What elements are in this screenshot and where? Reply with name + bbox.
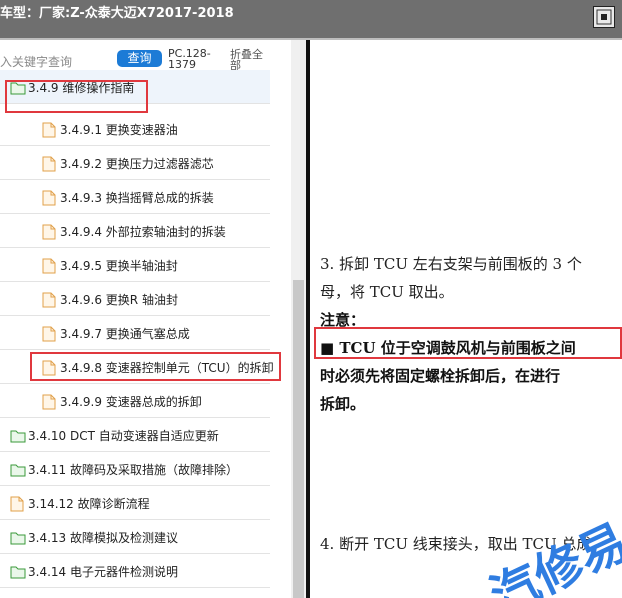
document-icon xyxy=(42,394,58,410)
toc-item-label: 3.4.9.1 更换变速器油 xyxy=(60,123,178,137)
document-icon xyxy=(42,190,58,206)
highlight-box xyxy=(30,352,281,381)
document-icon xyxy=(42,156,58,172)
toc-item[interactable]: 3.4.9.5 更换半轴油封 xyxy=(0,248,270,282)
toc-item[interactable]: 3.4.14 电子元器件检测说明 xyxy=(0,554,270,588)
search-input[interactable]: 输入关键字查询 xyxy=(0,53,72,70)
toc-item-label: 3.4.9.3 换挡摇臂总成的拆装 xyxy=(60,191,214,205)
toc-item[interactable]: 3.4.9.9 变速器总成的拆卸 xyxy=(0,384,270,418)
toc-item-label: 3.4.10 DCT 自动变速器自适应更新 xyxy=(28,429,219,443)
toc-item[interactable]: 3.14.12 故障诊断流程 xyxy=(0,486,270,520)
toc-item-label: 3.14.12 故障诊断流程 xyxy=(28,497,150,511)
toc-item[interactable]: 3.4.10 DCT 自动变速器自适应更新 xyxy=(0,418,270,452)
note-text: 时必须先将固定螺栓拆卸后，在进行 xyxy=(320,367,561,385)
toc-item-label: 3.4.11 故障码及采取措施（故障排除） xyxy=(28,463,238,477)
document-icon xyxy=(42,292,58,308)
toc-item[interactable]: 3.4.9.1 更换变速器油 xyxy=(0,112,270,146)
toc-item-label: 3.4.13 故障模拟及检测建议 xyxy=(28,531,178,545)
toc-item-label: 3.4.9.7 更换通气塞总成 xyxy=(60,327,190,341)
toc-item[interactable]: 3.4.9.6 更换R 轴油封 xyxy=(0,282,270,316)
folder-icon xyxy=(10,428,26,443)
toc-item-label: 3.4.9.5 更换半轴油封 xyxy=(60,259,178,273)
toc-item[interactable]: 3.4.9.2 更换压力过滤器滤芯 xyxy=(0,146,270,180)
search-button[interactable]: 查询 xyxy=(117,50,162,67)
toc-item[interactable]: 3.4.9.7 更换通气塞总成 xyxy=(0,316,270,350)
toc-item[interactable]: 3.4.9.3 换挡摇臂总成的拆装 xyxy=(0,180,270,214)
collapse-all-button[interactable]: 折叠全部 xyxy=(230,49,272,71)
toc-item-label: 3.4.14 电子元器件检测说明 xyxy=(28,565,178,579)
document-viewer: 3. 拆卸 TCU 左右支架与前围板的 3 个 母，将 TCU 取出。 注意： … xyxy=(306,40,622,598)
window-title: 车型：厂家:Z-众泰大迈X72017-2018 xyxy=(0,6,234,21)
title-bar: 车型：厂家:Z-众泰大迈X72017-2018 xyxy=(0,0,622,38)
document-icon xyxy=(10,496,26,512)
pc-code: PC.128-1379 xyxy=(168,47,211,71)
toc-scrollbar[interactable] xyxy=(291,40,306,598)
restore-button[interactable] xyxy=(593,6,615,28)
document-icon xyxy=(42,258,58,274)
folder-icon xyxy=(10,530,26,545)
restore-window-icon xyxy=(596,9,612,25)
highlight-box xyxy=(314,327,622,359)
document-icon xyxy=(42,122,58,138)
folder-icon xyxy=(10,564,26,579)
document-icon xyxy=(42,224,58,240)
toc-item-label: 3.4.9.2 更换压力过滤器滤芯 xyxy=(60,157,214,171)
step3-text: 母，将 TCU 取出。 xyxy=(320,283,454,301)
toc-item-label: 3.4.9.4 外部拉索轴油封的拆装 xyxy=(60,225,226,239)
highlight-box xyxy=(5,80,148,113)
scroll-thumb[interactable] xyxy=(293,280,304,598)
toc-item[interactable]: 3.4.11 故障码及采取措施（故障排除） xyxy=(0,452,270,486)
document-icon xyxy=(42,326,58,342)
folder-icon xyxy=(10,462,26,477)
toc-item-label: 3.4.9.6 更换R 轴油封 xyxy=(60,293,178,307)
toc-item-label: 3.4.9.9 变速器总成的拆卸 xyxy=(60,395,202,409)
note-text: 拆卸。 xyxy=(320,395,366,413)
step3-text: 3. 拆卸 TCU 左右支架与前围板的 3 个 xyxy=(320,255,582,273)
toc-panel: 输入关键字查询 查询 PC.128-1379 折叠全部 3.4.9 维修操作指南… xyxy=(0,40,306,598)
toc-item[interactable]: 3.4.13 故障模拟及检测建议 xyxy=(0,520,270,554)
toc-item[interactable]: 3.4.9.4 外部拉索轴油封的拆装 xyxy=(0,214,270,248)
